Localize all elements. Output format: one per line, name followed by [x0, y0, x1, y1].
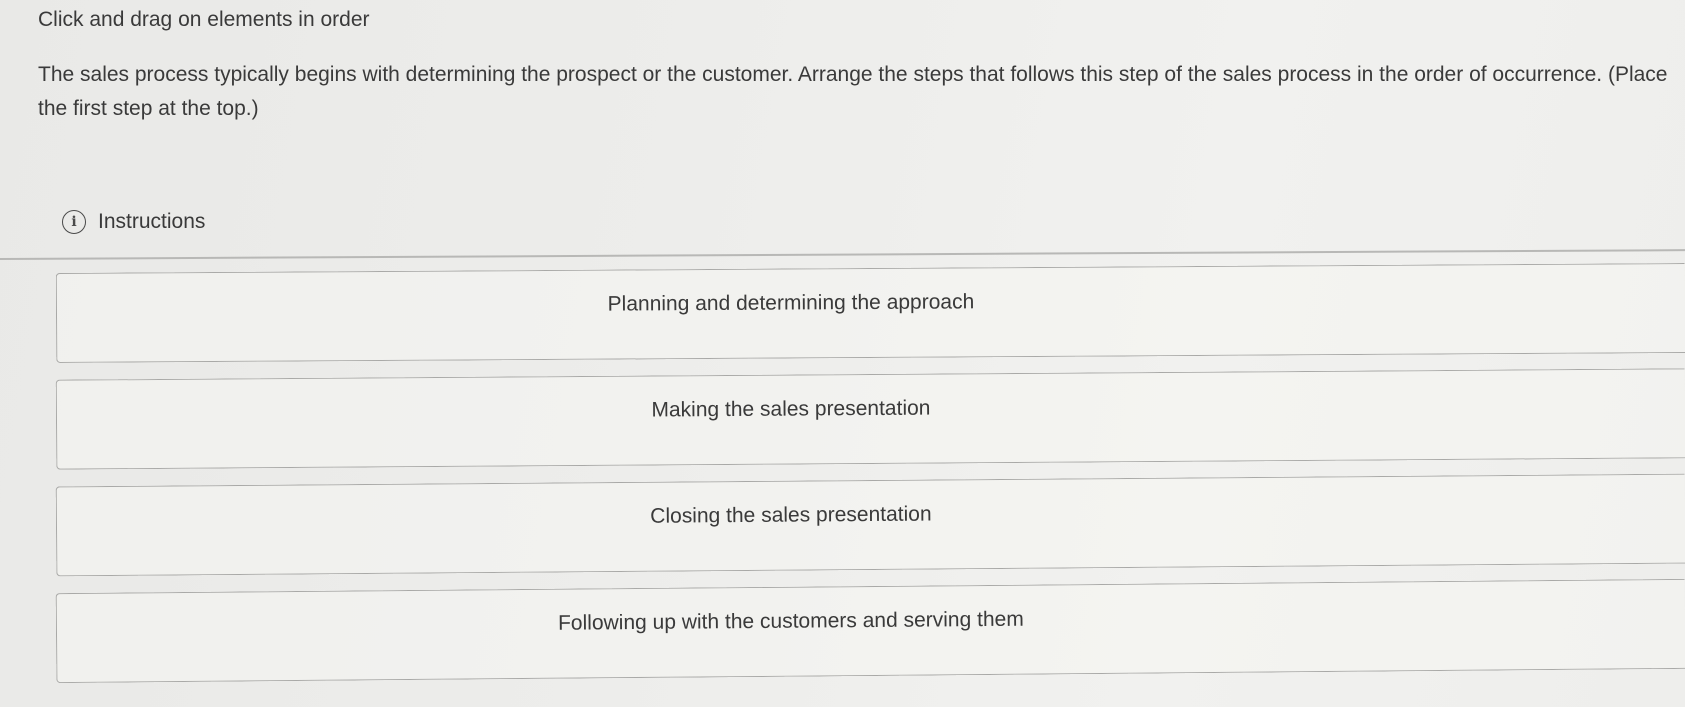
question-text: The sales process typically begins with …	[38, 63, 1668, 120]
instructions-toggle[interactable]: i Instructions	[62, 210, 205, 234]
sortable-step-list: Planning and determining the approach Ma…	[55, 263, 1685, 692]
draggable-step-1[interactable]: Planning and determining the approach	[55, 263, 1685, 363]
draggable-step-3[interactable]: Closing the sales presentation	[55, 473, 1685, 577]
draggable-step-4[interactable]: Following up with the customers and serv…	[55, 578, 1685, 684]
step-label: Following up with the customers and serv…	[557, 607, 1024, 635]
step-label: Making the sales presentation	[651, 396, 931, 422]
instructions-label: Instructions	[98, 210, 206, 233]
drag-instruction-header: Click and drag on elements in order	[38, 8, 370, 31]
info-icon: i	[62, 210, 86, 234]
draggable-step-2[interactable]: Making the sales presentation	[55, 368, 1685, 470]
step-label: Planning and determining the approach	[607, 290, 975, 316]
divider	[0, 249, 1685, 260]
step-label: Closing the sales presentation	[650, 502, 932, 528]
